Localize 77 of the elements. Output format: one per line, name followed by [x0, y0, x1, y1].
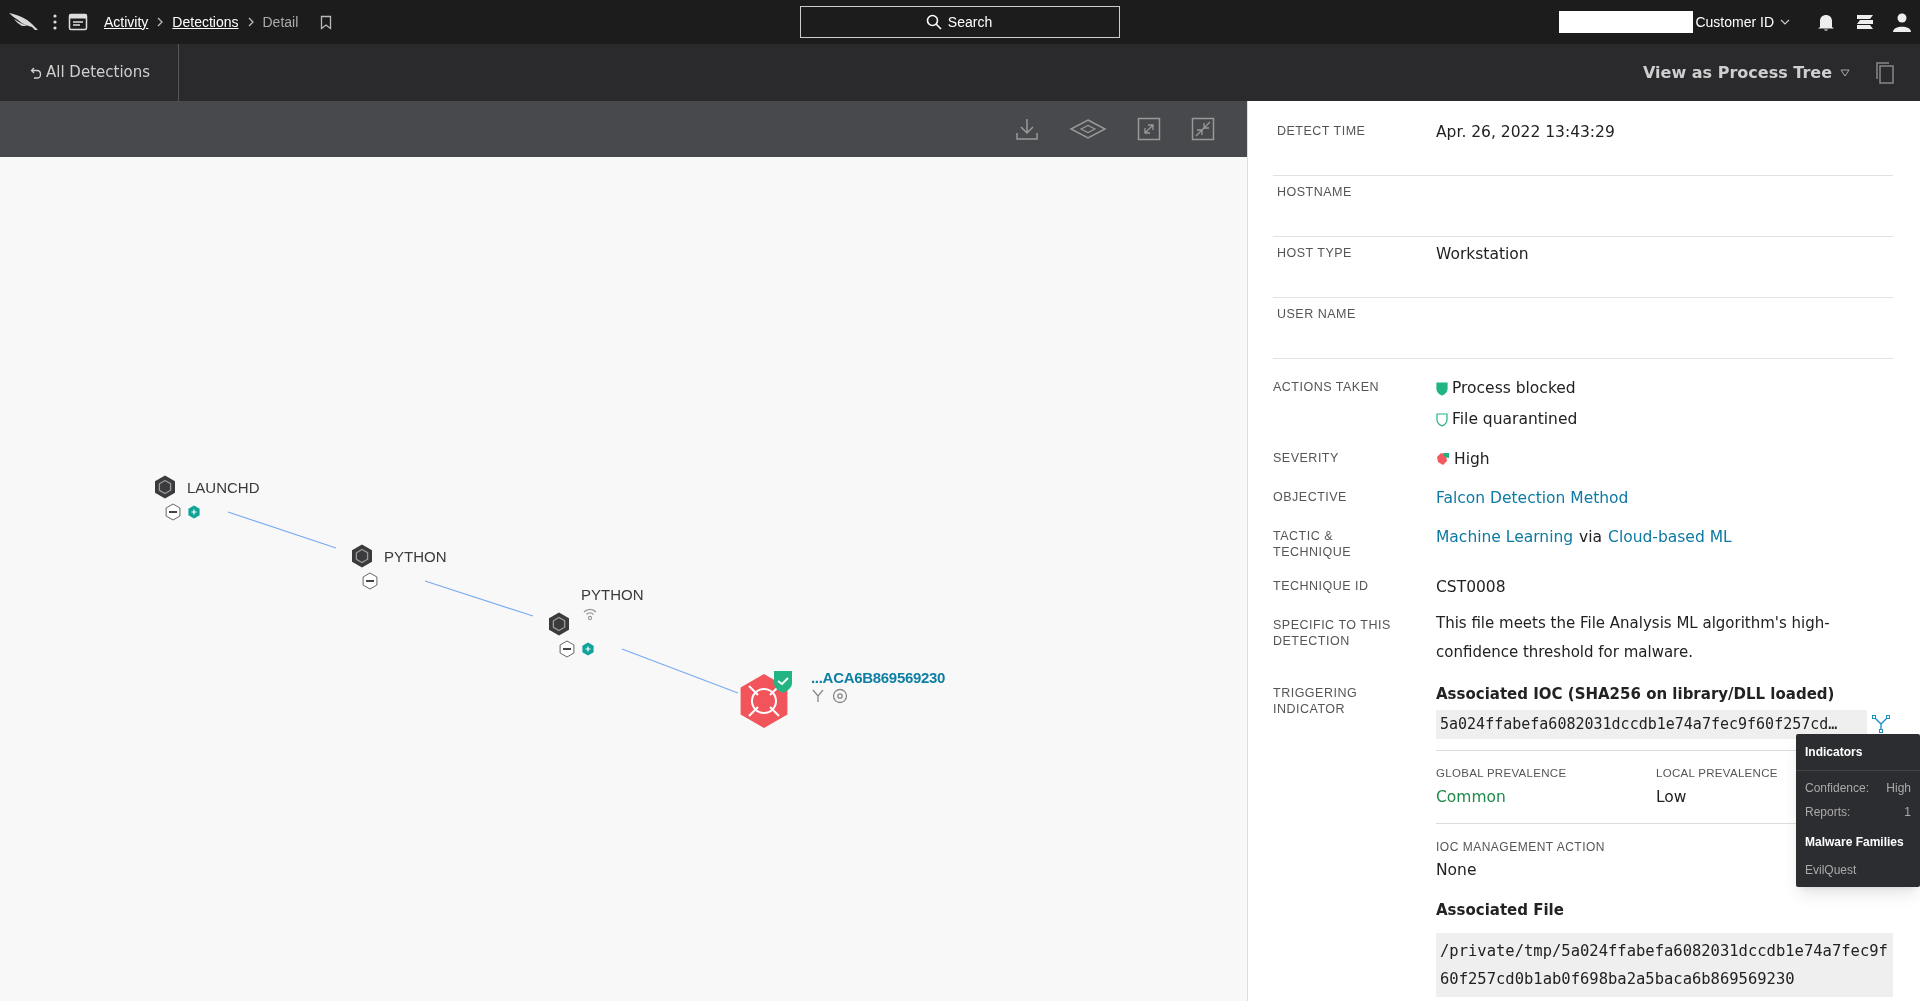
field-label: HOSTNAME [1277, 184, 1353, 200]
expand-node-icon[interactable] [187, 505, 201, 519]
process-label[interactable]: PYTHON [384, 546, 447, 569]
field-value: Workstation [1436, 245, 1529, 263]
detection-label[interactable]: ...ACA6B869569230 [811, 667, 946, 690]
layers-icon[interactable] [1069, 118, 1107, 140]
field-label: OBJECTIVE [1273, 488, 1348, 505]
caret-icon [1780, 19, 1790, 25]
branch-icon[interactable] [810, 688, 826, 704]
joiner-text: via [1579, 527, 1603, 548]
field-label: HOST TYPE [1277, 245, 1353, 261]
target-icon[interactable] [832, 688, 848, 704]
collapse-node-icon[interactable] [361, 572, 379, 590]
collapse-icon[interactable] [1191, 117, 1215, 141]
severity-value: High [1454, 448, 1490, 470]
prevalence-label: GLOBAL PREVALENCE [1436, 765, 1567, 781]
expand-icon[interactable] [1137, 117, 1161, 141]
field-label: TECHNIQUE ID [1273, 578, 1370, 594]
field-label: DETECT TIME [1277, 123, 1367, 139]
more-vertical-icon[interactable] [52, 13, 58, 31]
ioc-management-value: None [1436, 860, 1477, 882]
chevron-right-icon [156, 17, 165, 27]
app-window-icon[interactable] [68, 12, 88, 32]
field-label: TACTIC & TECHNIQUE [1273, 528, 1353, 560]
stack-icon[interactable] [1854, 12, 1876, 32]
field-value: CST0008 [1436, 578, 1506, 596]
customer-id-dropdown[interactable]: Customer ID [1695, 11, 1790, 33]
field-label: TRIGGERING INDICATOR [1273, 685, 1359, 718]
tooltip-section-title: Malware Families [1804, 834, 1905, 852]
action-text: File quarantined [1452, 409, 1578, 431]
field-label: ACTIONS TAKEN [1273, 379, 1381, 395]
field-label: USER NAME [1277, 306, 1357, 322]
objective-link[interactable]: Falcon Detection Method [1436, 488, 1629, 507]
bell-icon[interactable] [1816, 12, 1836, 32]
tooltip-label: Confidence: [1805, 780, 1870, 798]
search-field[interactable]: Search [800, 6, 1120, 38]
ioc-management-label: IOC MANAGEMENT ACTION [1436, 839, 1605, 857]
tactic-link[interactable]: Machine Learning [1436, 526, 1574, 550]
copy-icon[interactable] [1874, 59, 1896, 86]
collapse-node-icon[interactable] [164, 503, 182, 521]
field-label: SPECIFIC TO THIS DETECTION [1273, 617, 1392, 650]
process-label[interactable]: PYTHON [581, 584, 644, 607]
process-node-icon[interactable] [153, 475, 177, 499]
breadcrumb-link[interactable]: Activity [104, 11, 149, 33]
malware-family: EvilQuest [1805, 862, 1858, 880]
action-text: Process blocked [1452, 378, 1576, 399]
process-node-icon[interactable] [547, 612, 571, 636]
tooltip-value: High [1886, 780, 1911, 798]
breadcrumb-link[interactable]: Detections [172, 11, 239, 33]
caret-icon [1840, 68, 1850, 77]
download-icon[interactable] [1015, 117, 1039, 141]
technique-link[interactable]: Cloud-based ML [1608, 526, 1732, 550]
collapse-node-icon[interactable] [558, 640, 576, 658]
prevalence-value: Common [1436, 787, 1506, 808]
field-label: SEVERITY [1273, 449, 1340, 466]
field-value: Apr. 26, 2022 13:43:29 [1436, 123, 1615, 141]
detection-description: This file meets the File Analysis ML algorithm's high-confidence threshold for malware. [1436, 613, 1831, 664]
prevalence-value: Low [1656, 787, 1687, 808]
tooltip-label: Reports: [1805, 804, 1851, 822]
prevalence-label: LOCAL PREVALENCE [1656, 765, 1778, 781]
process-label[interactable]: LAUNCHD [187, 477, 260, 500]
ioc-hash: 5a024ffabefa6082031dccdb1e74a7fec9f60f257cd… [1436, 709, 1867, 739]
tooltip-title: Indicators [1796, 734, 1920, 772]
breadcrumb-current: Detail [262, 12, 299, 32]
process-node-icon[interactable] [350, 544, 374, 568]
ioc-title: Associated IOC (SHA256 on library/DLL loaded) [1436, 684, 1836, 706]
bookmark-icon[interactable] [320, 14, 333, 30]
back-arrow-icon [30, 65, 42, 80]
search-icon [926, 14, 942, 30]
user-icon[interactable] [1892, 12, 1912, 32]
expand-node-icon[interactable] [581, 642, 595, 656]
view-as-process-tree-dropdown[interactable]: View as Process Tree [1643, 60, 1850, 85]
associated-file-title: Associated File [1436, 899, 1565, 921]
file-path: /private/tmp/5a024ffabefa6082031dccdb1e74a7fec9f60f257cd0b1ab0f698ba2a5baca6b869569230 [1436, 933, 1893, 997]
chevron-right-icon [246, 17, 255, 27]
indicator-graph-icon[interactable] [1871, 714, 1891, 735]
tooltip-value: 1 [1904, 804, 1911, 822]
